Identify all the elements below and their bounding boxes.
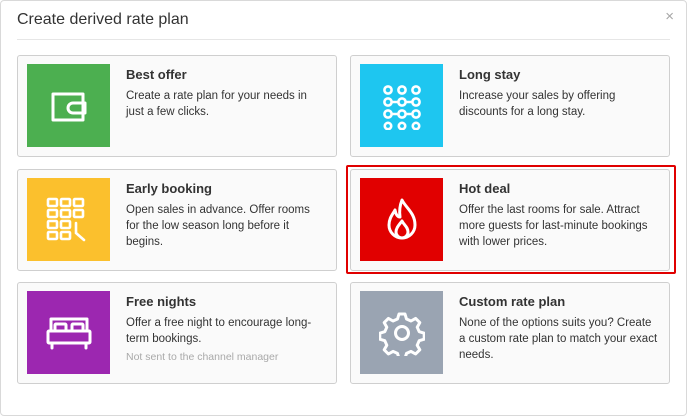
- card-free-nights[interactable]: Free nights Offer a free night to encour…: [17, 282, 337, 384]
- card-best-offer[interactable]: Best offer Create a rate plan for your n…: [17, 55, 337, 157]
- card-hot-deal[interactable]: Hot deal Offer the last rooms for sale. …: [350, 169, 670, 271]
- card-custom-rate-plan[interactable]: Custom rate plan None of the options sui…: [350, 282, 670, 384]
- calendar-clock-icon: [27, 178, 110, 261]
- card-description: Offer the last rooms for sale. Attract m…: [459, 204, 648, 248]
- card-note: Not sent to the channel manager: [126, 351, 279, 363]
- flame-icon: [360, 178, 443, 261]
- card-title: Early booking: [126, 181, 212, 196]
- card-description: Offer a free night to encourage long-ter…: [126, 317, 312, 345]
- card-description: Increase your sales by offering discount…: [459, 90, 616, 118]
- create-derived-rate-plan-dialog: Create derived rate plan × Best offer Cr…: [0, 0, 687, 416]
- card-title: Long stay: [459, 67, 521, 82]
- wallet-icon: [27, 64, 110, 147]
- card-long-stay[interactable]: Long stay Increase your sales by offerin…: [350, 55, 670, 157]
- card-description: Create a rate plan for your needs in jus…: [126, 90, 307, 118]
- bed-icon: [27, 291, 110, 374]
- card-title: Best offer: [126, 67, 187, 82]
- dots-grid-icon: [360, 64, 443, 147]
- card-description: None of the options suits you? Create a …: [459, 317, 658, 361]
- card-title: Hot deal: [459, 181, 511, 196]
- card-description: Open sales in advance. Offer rooms for t…: [126, 204, 310, 248]
- dialog-title: Create derived rate plan: [17, 11, 189, 28]
- card-title: Custom rate plan: [459, 294, 566, 309]
- header-divider: [17, 39, 670, 40]
- gear-icon: [360, 291, 443, 374]
- card-title: Free nights: [126, 294, 197, 309]
- card-early-booking[interactable]: Early booking Open sales in advance. Off…: [17, 169, 337, 271]
- close-icon[interactable]: ×: [665, 9, 674, 24]
